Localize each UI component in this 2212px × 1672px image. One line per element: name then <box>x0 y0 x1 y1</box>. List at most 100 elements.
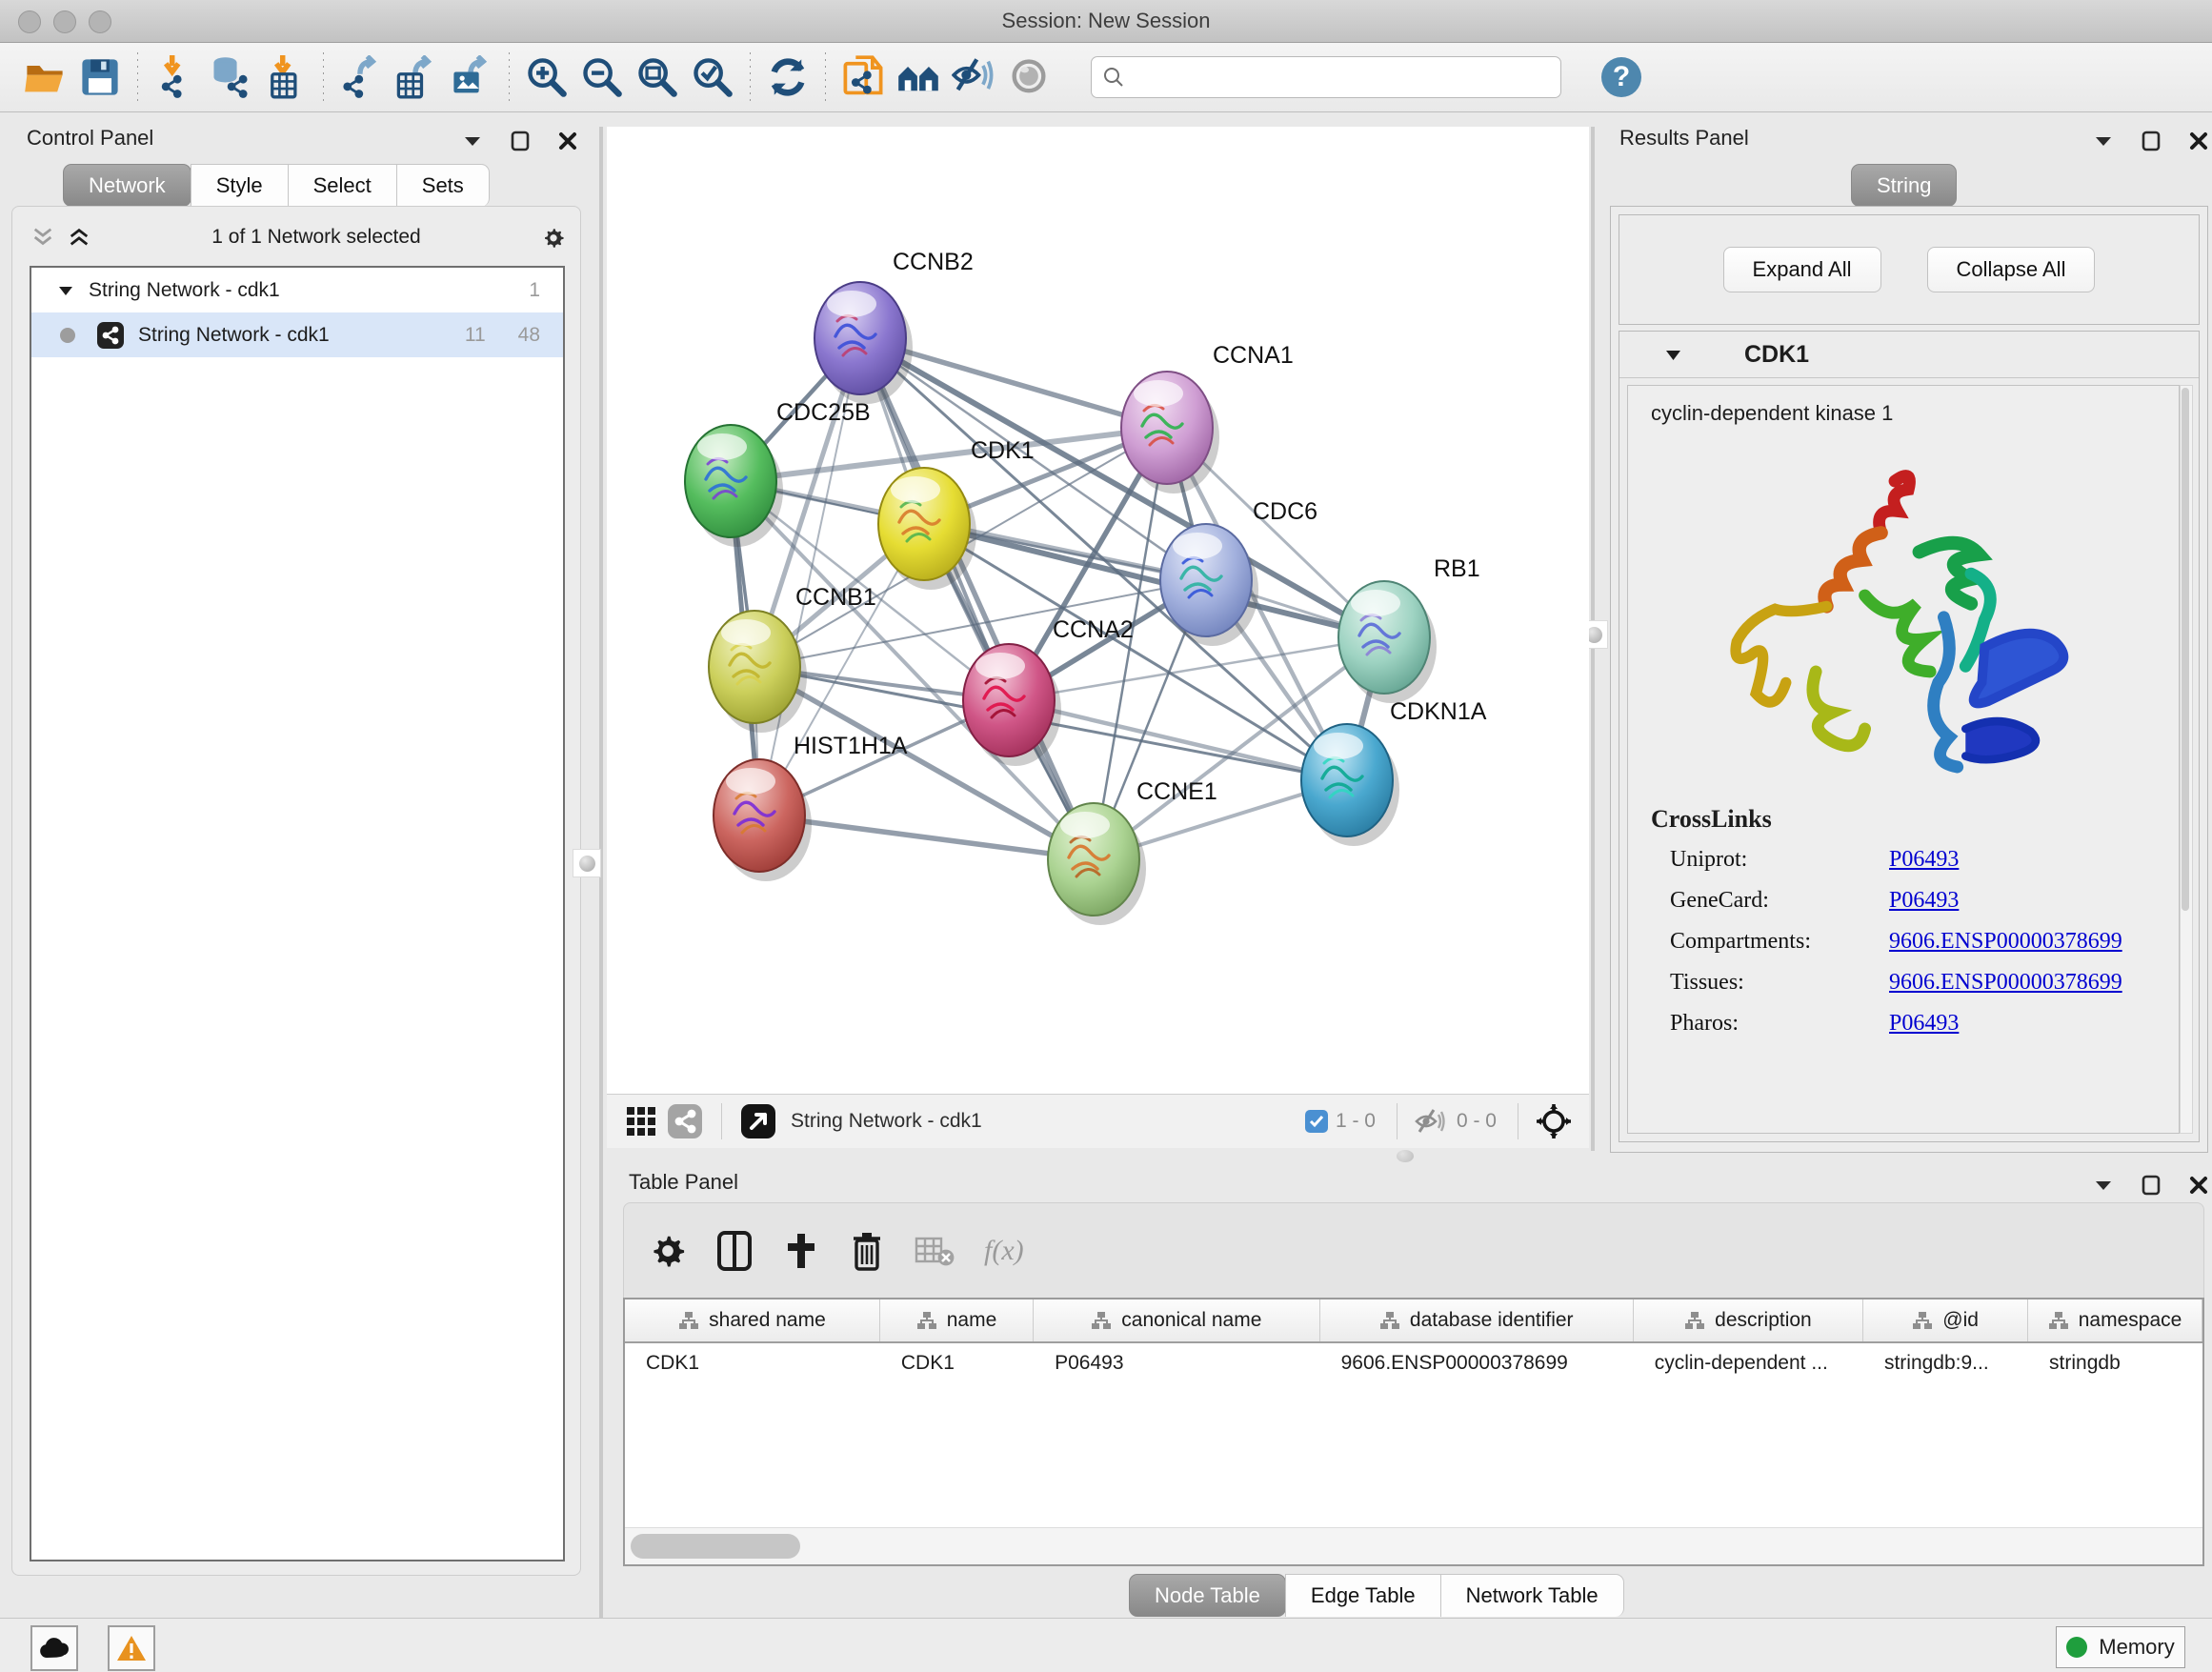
help-icon: ? <box>1599 55 1643 99</box>
results-panel-menu-icon[interactable] <box>2092 130 2115 152</box>
column-header-name[interactable]: name <box>880 1299 1034 1341</box>
crosslink-link[interactable]: P06493 <box>1889 888 1959 914</box>
fit-selected-target-icon[interactable] <box>1532 1099 1576 1143</box>
table-panel-float-icon[interactable] <box>2140 1174 2162 1197</box>
tree-collapse-icon[interactable] <box>58 285 73 296</box>
birds-eye-view-icon[interactable] <box>735 1100 781 1142</box>
table-h-scroll-thumb[interactable] <box>631 1534 800 1559</box>
warning-status-button[interactable] <box>108 1625 155 1671</box>
refresh-view-icon <box>766 55 810 99</box>
import-table-file-button[interactable] <box>258 50 313 105</box>
control-panel-close-icon[interactable] <box>556 130 579 152</box>
network-tree-child-row[interactable]: String Network - cdk1 11 48 <box>31 312 563 357</box>
network-node-ccnb1[interactable] <box>709 611 807 733</box>
refresh-view-button[interactable] <box>760 50 815 105</box>
first-neighbors-button[interactable] <box>891 50 946 105</box>
tab-edge-table[interactable]: Edge Table <box>1285 1574 1441 1617</box>
control-panel-menu-icon[interactable] <box>461 130 484 152</box>
result-entry-header[interactable]: CDK1 <box>1619 332 2199 378</box>
zoom-fit-button[interactable] <box>630 50 685 105</box>
memory-button[interactable]: Memory <box>2056 1626 2185 1668</box>
clone-network-button[interactable] <box>835 50 891 105</box>
open-session-icon <box>23 55 67 99</box>
hidden-eye-slash-icon[interactable] <box>1411 1102 1449 1140</box>
help-button[interactable]: ? <box>1594 50 1649 105</box>
network-node-cdc25b[interactable] <box>685 425 783 547</box>
network-options-gear-icon[interactable] <box>542 226 565 249</box>
search-box[interactable] <box>1091 56 1561 98</box>
network-node-ccnb2[interactable] <box>814 282 913 404</box>
results-panel-close-icon[interactable] <box>2187 130 2210 152</box>
zoom-in-button[interactable] <box>519 50 574 105</box>
export-network-button[interactable] <box>333 50 389 105</box>
column-header-@id[interactable]: @id <box>1863 1299 2028 1341</box>
zoom-out-button[interactable] <box>574 50 630 105</box>
save-session-button[interactable] <box>72 50 128 105</box>
show-all-button[interactable] <box>1001 50 1056 105</box>
network-tree: String Network - cdk1 1 String Network -… <box>30 266 565 1561</box>
network-node-ccna1[interactable] <box>1121 372 1219 494</box>
table-h-scrollbar[interactable] <box>625 1527 2202 1564</box>
table-cell: P06493 <box>1034 1343 1319 1383</box>
grid-view-icon[interactable] <box>620 1100 662 1142</box>
table-panel-close-icon[interactable] <box>2187 1174 2210 1197</box>
control-panel-float-icon[interactable] <box>509 130 532 152</box>
table-gear-icon[interactable] <box>649 1232 687 1270</box>
tab-string[interactable]: String <box>1851 164 1957 207</box>
hide-selected-button[interactable] <box>946 50 1001 105</box>
table-row[interactable]: CDK1CDK1P064939606.ENSP00000378699cyclin… <box>625 1343 2202 1383</box>
zoom-selected-button[interactable] <box>685 50 740 105</box>
crosslink-link[interactable]: 9606.ENSP00000378699 <box>1889 929 2122 955</box>
network-node-rb1[interactable] <box>1338 581 1437 703</box>
results-scrollbar[interactable] <box>2180 385 2193 1134</box>
export-image-button[interactable] <box>444 50 499 105</box>
tab-node-table[interactable]: Node Table <box>1129 1574 1286 1617</box>
column-header-database-identifier[interactable]: database identifier <box>1320 1299 1634 1341</box>
tab-sets[interactable]: Sets <box>396 164 490 207</box>
table-panel-menu-icon[interactable] <box>2092 1174 2115 1197</box>
table-cell: CDK1 <box>625 1343 880 1383</box>
toolbar-separator <box>323 52 324 102</box>
column-header-namespace[interactable]: namespace <box>2028 1299 2202 1341</box>
import-network-file-button[interactable] <box>148 50 203 105</box>
export-table-button[interactable] <box>389 50 444 105</box>
delete-table-icon[interactable] <box>914 1234 955 1268</box>
crosslink-link[interactable]: P06493 <box>1889 847 1959 873</box>
create-column-plus-icon[interactable] <box>782 1230 820 1272</box>
column-header-description[interactable]: description <box>1634 1299 1863 1341</box>
network-node-cdc6[interactable] <box>1160 524 1258 646</box>
delete-column-trash-icon[interactable] <box>849 1230 885 1272</box>
network-node-hist1h1a[interactable] <box>714 759 812 881</box>
expand-all-networks-icon[interactable] <box>68 226 90 249</box>
crosslink-link[interactable]: P06493 <box>1889 1011 1959 1037</box>
tab-select[interactable]: Select <box>288 164 397 207</box>
column-header-shared-name[interactable]: shared name <box>625 1299 880 1341</box>
bottom-splitter-handle[interactable] <box>1397 1150 1414 1162</box>
selected-nodes-checkbox[interactable] <box>1305 1110 1328 1133</box>
toolbar-separator <box>509 52 510 102</box>
cloud-status-button[interactable] <box>30 1625 78 1671</box>
tab-network[interactable]: Network <box>63 164 191 207</box>
network-node-ccne1[interactable] <box>1048 803 1146 925</box>
entry-collapse-icon[interactable] <box>1665 349 1681 361</box>
search-input[interactable] <box>1126 66 1551 90</box>
network-node-ccna2[interactable] <box>963 644 1061 766</box>
network-node-cdkn1a[interactable] <box>1301 724 1399 846</box>
expand-all-button[interactable]: Expand All <box>1723 247 1881 292</box>
tab-network-table[interactable]: Network Table <box>1440 1574 1624 1617</box>
function-builder-icon[interactable]: f(x) <box>984 1235 1024 1267</box>
import-network-database-button[interactable] <box>203 50 258 105</box>
network-node-cdk1[interactable] <box>878 468 976 590</box>
open-session-button[interactable] <box>17 50 72 105</box>
left-splitter-handle[interactable] <box>573 849 601 877</box>
network-share-icon[interactable] <box>662 1100 708 1142</box>
tab-style[interactable]: Style <box>191 164 289 207</box>
collapse-all-button[interactable]: Collapse All <box>1927 247 2096 292</box>
network-tree-root-row[interactable]: String Network - cdk1 1 <box>31 268 563 312</box>
network-canvas[interactable]: CCNB2 CCNA1 CDC25B CDK1 CDC6 RB1 <box>607 127 1589 1094</box>
crosslink-link[interactable]: 9606.ENSP00000378699 <box>1889 970 2122 996</box>
show-columns-icon[interactable] <box>715 1230 754 1272</box>
column-header-canonical-name[interactable]: canonical name <box>1034 1299 1320 1341</box>
results-panel-float-icon[interactable] <box>2140 130 2162 152</box>
collapse-all-networks-icon[interactable] <box>31 226 54 249</box>
